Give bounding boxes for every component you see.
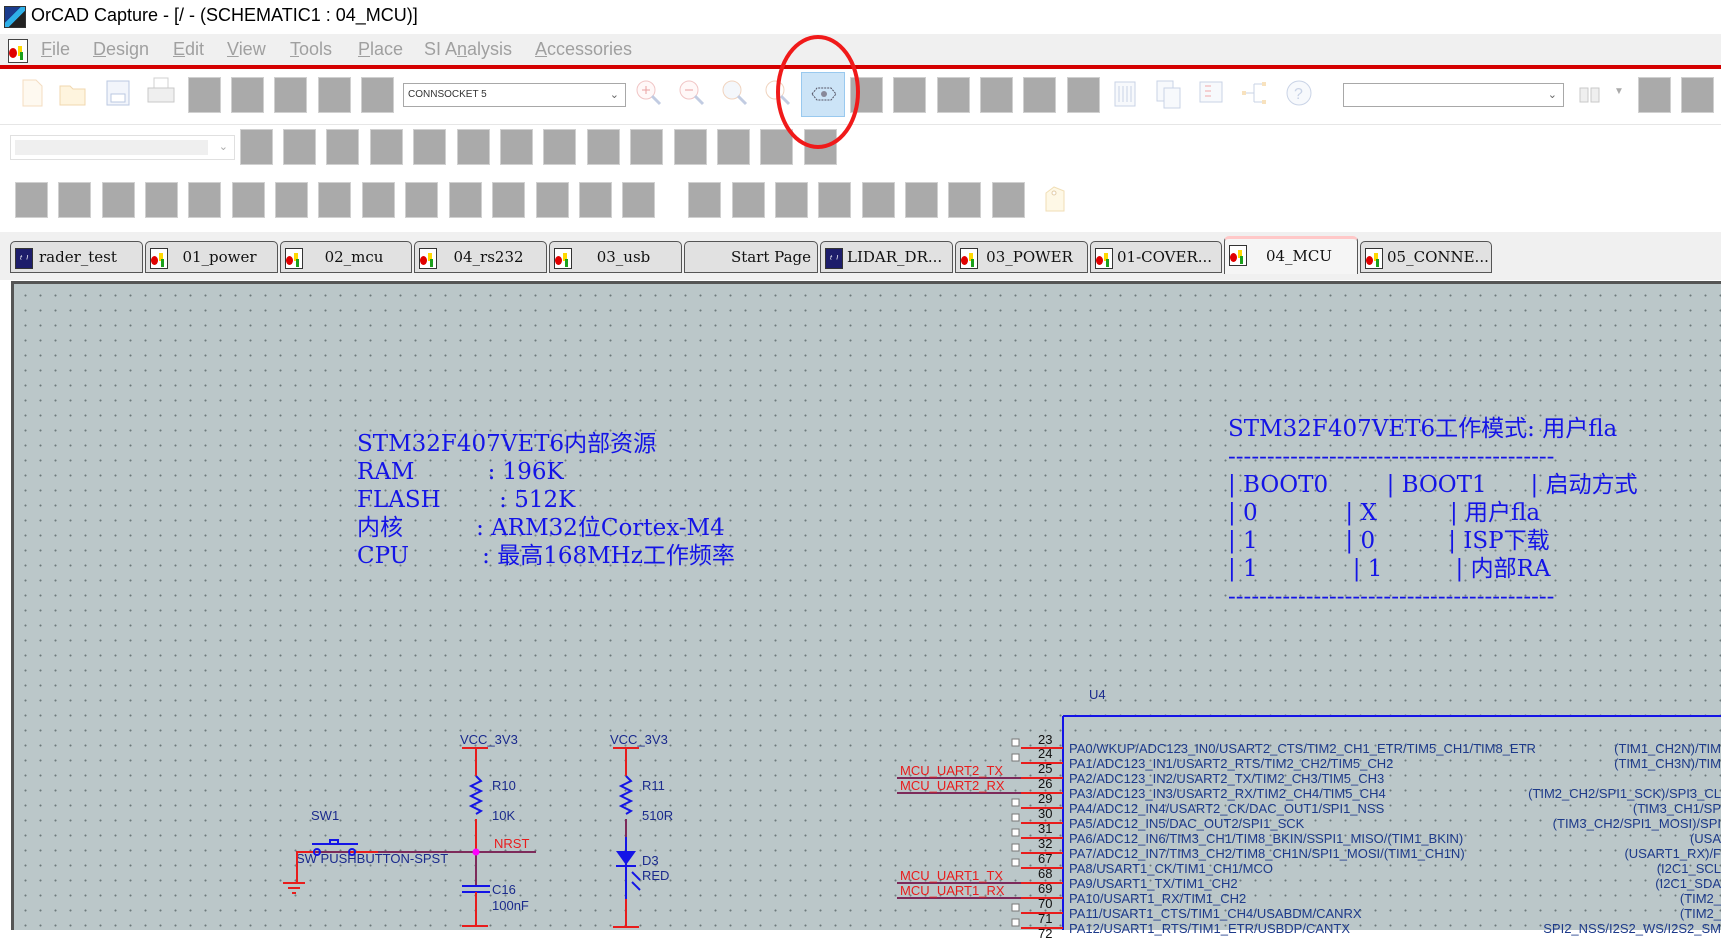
pin-number: 26 [1038,776,1053,791]
no-connect-marker [1011,858,1020,867]
pin-alt-function[interactable]: (TIM1_CH3N)/TIM [1614,756,1721,771]
pin-number: 30 [1038,806,1053,821]
net-label[interactable]: MCU_UART1_RX [900,883,1005,898]
pin-number: 70 [1038,896,1053,911]
pin-name[interactable]: PA0/WKUP/ADC123_IN0/USART2_CTS/TIM2_CH1_… [1069,741,1536,756]
pin-alt-function[interactable]: (TIM3_CH2/SPI1_MOSI)/SPI [1553,816,1721,831]
mcu-u4-body [897,715,1721,930]
pin-alt-function[interactable]: (USA [1690,831,1721,846]
net-label[interactable]: MCU_UART2_TX [900,763,1003,778]
pin-name[interactable]: PA5/ADC12_IN5/DAC_OUT2/SPI1_SCK [1069,816,1304,831]
pin-alt-function[interactable]: (TIM2_ [1680,891,1721,906]
pin-alt-function[interactable]: (TIM1_CH2N)/TIM [1614,741,1721,756]
pin-name[interactable]: PA10/USART1_RX/TIM1_CH2 [1069,891,1246,906]
pin-number: 72 [1038,926,1053,941]
pin-name[interactable]: PA1/ADC123_IN1/USART2_RTS/TIM2_CH2/TIM5_… [1069,756,1393,771]
pin-alt-function[interactable]: (USART1_RX)/F [1624,846,1721,861]
pin-alt-function[interactable]: (I2C1_SDA [1655,876,1721,891]
pin-name[interactable]: PA4/ADC12_IN4/USART2_CK/DAC_OUT1/SPI1_NS… [1069,801,1384,816]
pin-name[interactable]: PA11/USART1_CTS/TIM1_CH4/USABDM/CANRX [1069,906,1362,921]
no-connect-marker [1011,738,1020,747]
net-label[interactable]: MCU_UART1_TX [900,868,1003,883]
pin-number: 25 [1038,761,1053,776]
pin-alt-function[interactable]: (TIM3_CH1/SP [1633,801,1721,816]
pin-alt-function[interactable]: (TIM2_CH2/SPI1_SCK)/SPI3_CL [1528,786,1721,801]
no-connect-marker [1011,903,1020,912]
no-connect-marker [1011,843,1020,852]
no-connect-marker [1011,753,1020,762]
no-connect-marker [1011,813,1020,822]
pin-name[interactable]: PA2/ADC123_IN2/USART2_TX/TIM2_CH3/TIM5_C… [1069,771,1384,786]
pin-number: 24 [1038,746,1053,761]
pin-alt-function[interactable]: (TIM2_ [1680,906,1721,921]
pin-name[interactable]: PA7/ADC12_IN7/TIM3_CH2/TIM8_CH1N/SPI1_MO… [1069,846,1465,861]
no-connect-marker [1011,918,1020,927]
pin-alt-function[interactable]: (I2C1_SCL [1657,861,1721,876]
pin-number: 29 [1038,791,1053,806]
net-label[interactable]: MCU_UART2_RX [900,778,1005,793]
pin-name[interactable]: PA12/USART1_RTS/TIM1_ETR/USBDP/CANTX [1069,921,1350,936]
pin-name[interactable]: PA8/USART1_CK/TIM1_CH1/MCO [1069,861,1273,876]
pin-number: 71 [1038,911,1053,926]
pin-number: 69 [1038,881,1053,896]
pin-number: 67 [1038,851,1053,866]
pin-name[interactable]: PA3/ADC123_IN3/USART2_RX/TIM2_CH4/TIM5_C… [1069,786,1386,801]
pin-number: 32 [1038,836,1053,851]
no-connect-marker [1011,828,1020,837]
pin-name[interactable]: PA6/ADC12_IN6/TIM3_CH1/TIM8_BKIN/SSPI1_M… [1069,831,1463,846]
pin-number: 68 [1038,866,1053,881]
pin-alt-function[interactable]: SPI2_NSS/I2S2_WS/I2S2_SM [1543,921,1721,936]
no-connect-marker [1011,798,1020,807]
pin-name[interactable]: PA9/USART1_TX/TIM1_CH2 [1069,876,1238,891]
pin-number: 31 [1038,821,1053,836]
